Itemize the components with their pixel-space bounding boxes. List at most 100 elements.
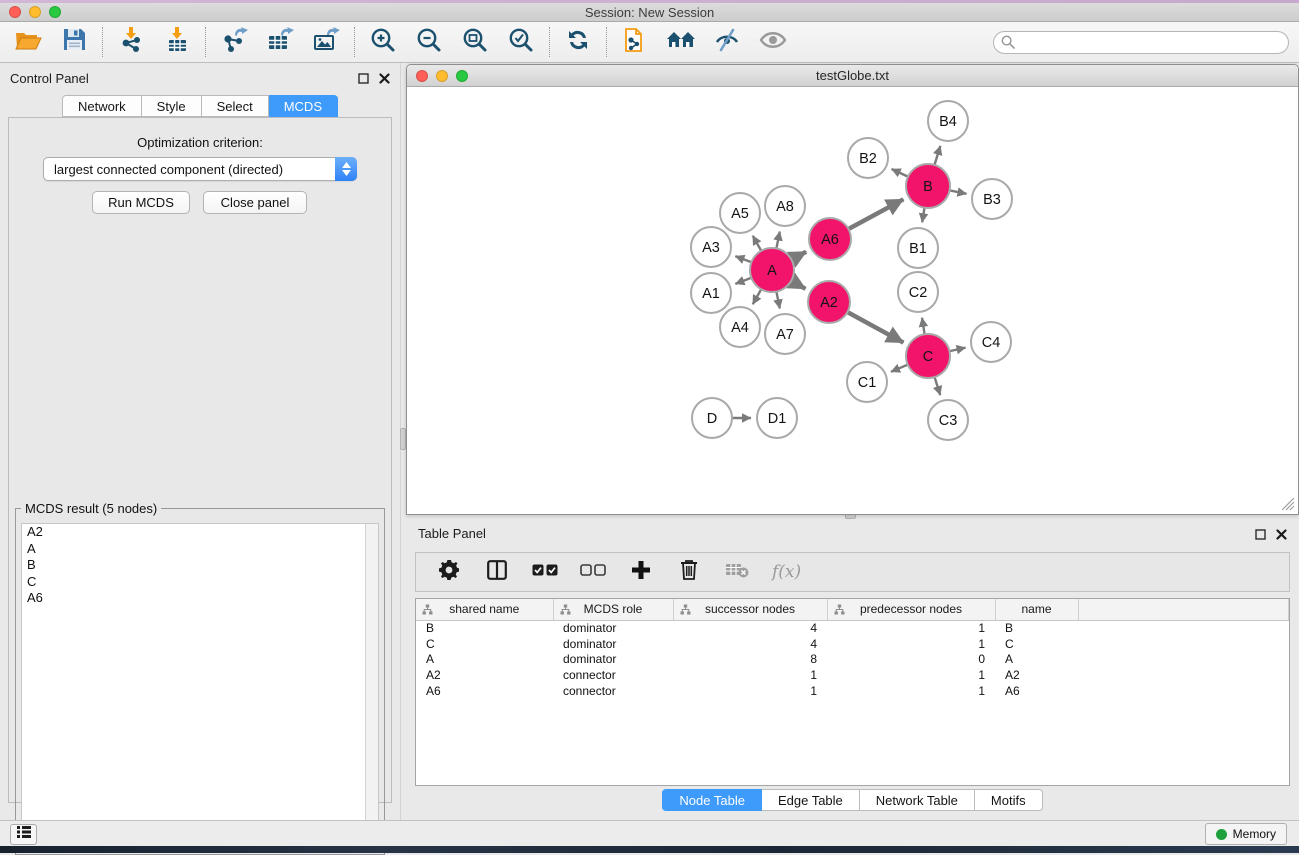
mcds-result-item[interactable]: A2 [22,524,378,541]
table-row[interactable]: A2 connector 1 1 A2 [416,667,1289,683]
table-panel-tab[interactable]: Edge Table [762,789,860,811]
node-label-A: A [767,263,777,279]
close-panel-button[interactable]: Close panel [203,191,307,214]
checked-boxes-icon [532,563,558,581]
control-panel-tab[interactable]: Style [142,95,202,117]
node-label-B1: B1 [909,241,927,257]
node-label-A2: A2 [820,295,838,311]
save-session-button[interactable] [59,27,89,57]
open-folder-icon [15,29,42,56]
control-panel-tab[interactable]: Network [62,95,142,117]
node-label-A1: A1 [702,286,720,302]
close-table-panel-icon[interactable] [1276,527,1287,545]
float-table-panel-icon[interactable] [1255,527,1266,545]
export-network-button[interactable] [219,27,249,57]
table-panel: Table Panel f(x) [406,521,1299,820]
table-row[interactable]: C dominator 4 1 C [416,636,1289,652]
node-label-C2: C2 [909,285,928,301]
network-traffic-lights [416,70,468,82]
import-table-button[interactable] [162,27,192,57]
unselect-all-columns-button[interactable] [580,559,606,585]
mcds-result-list[interactable]: A2ABCA6 [21,523,379,849]
minimize-window-button[interactable] [29,6,41,18]
zoom-selected-button[interactable] [506,27,536,57]
save-floppy-icon [63,28,86,56]
zoom-in-icon [370,27,396,58]
memory-button[interactable]: Memory [1205,823,1287,845]
mcds-result-item[interactable]: A [22,541,378,558]
control-panel-tab[interactable]: MCDS [269,95,338,117]
select-all-columns-button[interactable] [532,559,558,585]
close-window-button[interactable] [9,6,21,18]
column-header[interactable]: successor nodes [673,599,827,620]
table-toolbar: f(x) [415,552,1290,592]
resize-grip-icon[interactable] [1282,498,1295,511]
table-panel-tab[interactable]: Motifs [975,789,1043,811]
run-mcds-button[interactable]: Run MCDS [92,191,190,214]
network-overview-button[interactable] [666,27,696,57]
refresh-view-button[interactable] [563,27,593,57]
export-image-button[interactable] [311,27,341,57]
delete-table-button-disabled [724,559,750,585]
app-titlebar: Session: New Session [0,3,1299,22]
column-header[interactable] [1078,599,1289,620]
zoom-fit-button[interactable] [460,27,490,57]
table-row[interactable]: B dominator 4 1 B [416,620,1289,636]
column-header[interactable]: name [995,599,1078,620]
column-header[interactable]: shared name [416,599,553,620]
node-table[interactable]: shared name MCDS role successor nodes pr… [415,598,1290,786]
hierarchy-icon [834,604,845,618]
zoom-selected-icon [508,27,534,58]
result-list-scrollbar[interactable] [365,524,378,848]
import-network-button[interactable] [116,27,146,57]
hide-graphics-details-button[interactable] [712,27,742,57]
table-row[interactable]: A dominator 8 0 A [416,652,1289,668]
create-network-from-file-button[interactable] [620,27,650,57]
control-panel-tabs: NetworkStyleSelectMCDS [0,95,400,117]
search-input[interactable] [993,31,1289,54]
slashed-eye-icon [714,28,740,57]
node-label-A6: A6 [821,232,839,248]
criterion-dropdown[interactable]: largest connected component (directed) [43,157,357,181]
control-panel-title: Control Panel [10,71,89,86]
open-session-button[interactable] [13,27,43,57]
table-options-button[interactable] [436,559,462,585]
show-columns-button[interactable] [484,559,510,585]
node-label-C3: C3 [939,413,958,429]
add-column-button[interactable] [628,559,654,585]
status-bar: Memory [0,820,1299,846]
export-table-button[interactable] [265,27,295,57]
mcds-result-item[interactable]: A6 [22,590,378,607]
network-window-titlebar[interactable]: testGlobe.txt [407,65,1298,87]
table-body: B dominator 4 1 B C dominator 4 1 C A do… [416,620,1289,699]
network-canvas[interactable]: B4B2BB3A8A5A6A3B1AA1C2A2A4A7C4CC1C3DD1 [408,88,1297,513]
show-graphics-details-button[interactable] [758,27,788,57]
task-history-button[interactable] [10,824,37,845]
node-label-A4: A4 [731,320,749,336]
table-row[interactable]: A6 connector 1 1 A6 [416,683,1289,699]
network-zoom-button[interactable] [456,70,468,82]
column-header[interactable]: MCDS role [553,599,673,620]
float-panel-icon[interactable] [358,71,369,89]
mcds-result-item[interactable]: B [22,557,378,574]
table-panel-tab[interactable]: Node Table [662,789,762,811]
control-panel-tab[interactable]: Select [202,95,269,117]
hierarchy-icon [560,604,571,618]
column-header[interactable]: predecessor nodes [827,599,995,620]
mcds-result-item[interactable]: C [22,574,378,591]
plus-icon [631,560,651,585]
search-icon [1001,35,1015,49]
refresh-icon [566,28,590,57]
zoom-out-button[interactable] [414,27,444,57]
delete-columns-button[interactable] [676,559,702,585]
network-minimize-button[interactable] [436,70,448,82]
zoom-window-button[interactable] [49,6,61,18]
mcds-result-title: MCDS result (5 nodes) [21,501,161,516]
table-panel-tab[interactable]: Network Table [860,789,975,811]
node-label-A8: A8 [776,199,794,215]
unchecked-boxes-icon [580,563,606,581]
trash-icon [680,559,698,585]
network-close-button[interactable] [416,70,428,82]
zoom-in-button[interactable] [368,27,398,57]
close-panel-icon[interactable] [379,71,390,89]
